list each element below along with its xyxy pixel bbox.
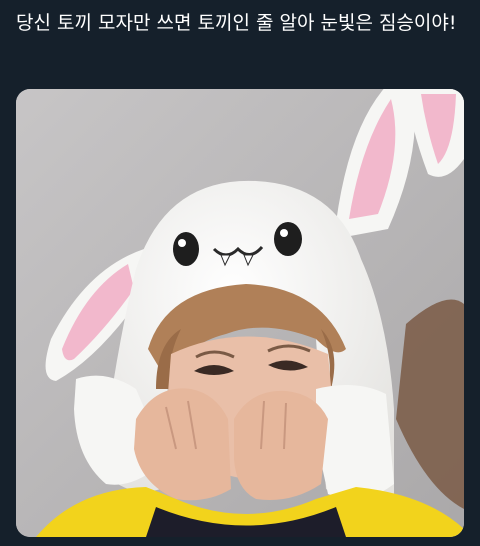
right-hat-flap [316, 385, 394, 500]
tweet-photo[interactable] [16, 89, 464, 537]
bunny-hat-photo [16, 89, 464, 537]
tweet-text: 당신 토끼 모자만 쓰면 토끼인 줄 알아 눈빛은 짐승이야! [16, 12, 457, 34]
